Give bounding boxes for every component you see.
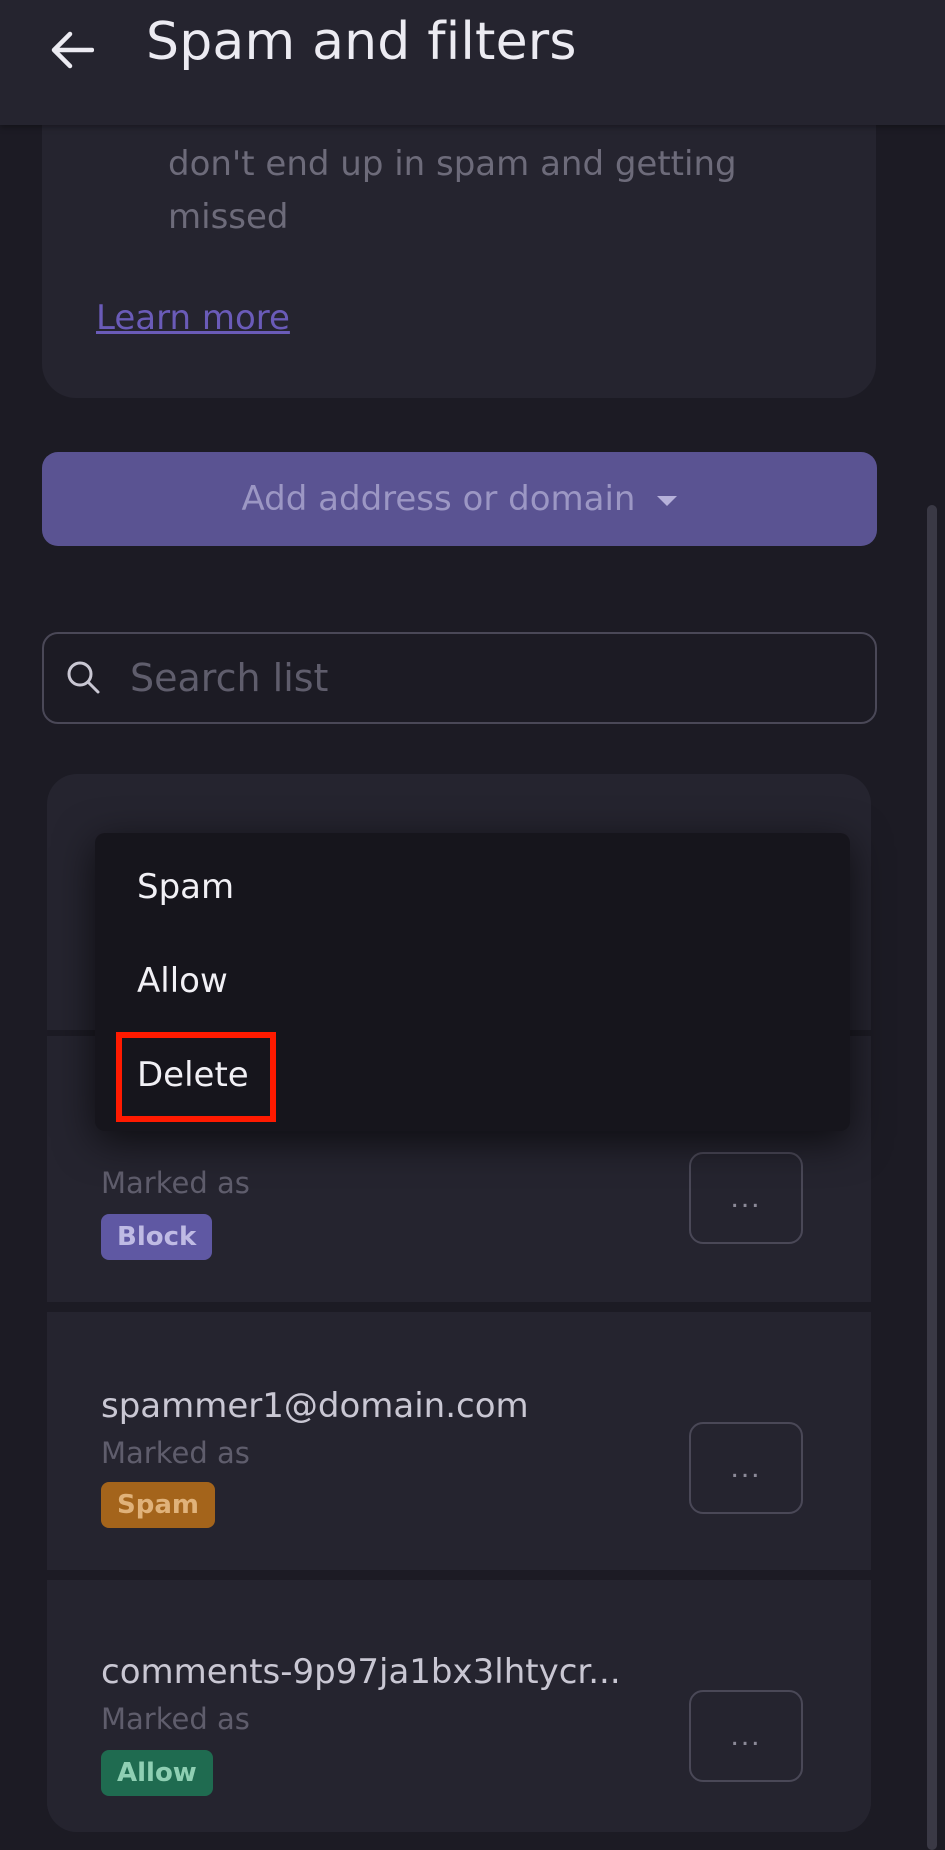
marked-as-label: Marked as bbox=[101, 1702, 250, 1736]
status-badge: Block bbox=[101, 1214, 213, 1260]
arrow-left-icon bbox=[51, 31, 94, 69]
app-header: Spam and filters bbox=[0, 0, 945, 125]
more-options-button[interactable]: ... bbox=[689, 1690, 803, 1782]
menu-item-allow[interactable]: Allow bbox=[137, 961, 228, 1001]
more-options-button[interactable]: ... bbox=[689, 1152, 803, 1244]
spam-filters-page: Spam and filters don't end up in spam an… bbox=[0, 0, 945, 1850]
row-address: comments-9p97ja1bx3lhtycr... bbox=[101, 1652, 621, 1692]
marked-as-label: Marked as bbox=[101, 1436, 250, 1470]
back-button[interactable] bbox=[44, 22, 100, 78]
add-address-label: Add address or domain bbox=[241, 479, 636, 519]
row-address: spammer1@domain.com bbox=[101, 1386, 529, 1426]
caret-down-icon bbox=[657, 496, 678, 506]
menu-item-delete[interactable]: Delete bbox=[137, 1055, 249, 1095]
add-address-button[interactable]: Add address or domain bbox=[42, 452, 877, 546]
scrollbar[interactable] bbox=[927, 505, 937, 1850]
list-item: comments-9p97ja1bx3lhtycr... Marked as A… bbox=[47, 1580, 871, 1832]
marked-as-label: Marked as bbox=[101, 1166, 250, 1200]
menu-item-spam[interactable]: Spam bbox=[137, 867, 234, 907]
learn-more-link[interactable]: Learn more bbox=[96, 298, 290, 338]
page-title: Spam and filters bbox=[146, 12, 577, 72]
info-card-text: don't end up in spam and getting missed bbox=[168, 144, 737, 237]
list-item: spammer1@domain.com Marked as Spam ... bbox=[47, 1312, 871, 1570]
more-options-button[interactable]: ... bbox=[689, 1422, 803, 1514]
search-input[interactable] bbox=[130, 648, 830, 708]
status-menu: Spam Allow Delete bbox=[95, 833, 850, 1131]
search-box bbox=[42, 632, 877, 724]
row-divider bbox=[47, 1570, 871, 1580]
status-badge: Allow bbox=[101, 1750, 213, 1796]
row-divider bbox=[47, 1302, 871, 1312]
status-badge: Spam bbox=[101, 1482, 215, 1528]
search-icon bbox=[67, 661, 100, 694]
